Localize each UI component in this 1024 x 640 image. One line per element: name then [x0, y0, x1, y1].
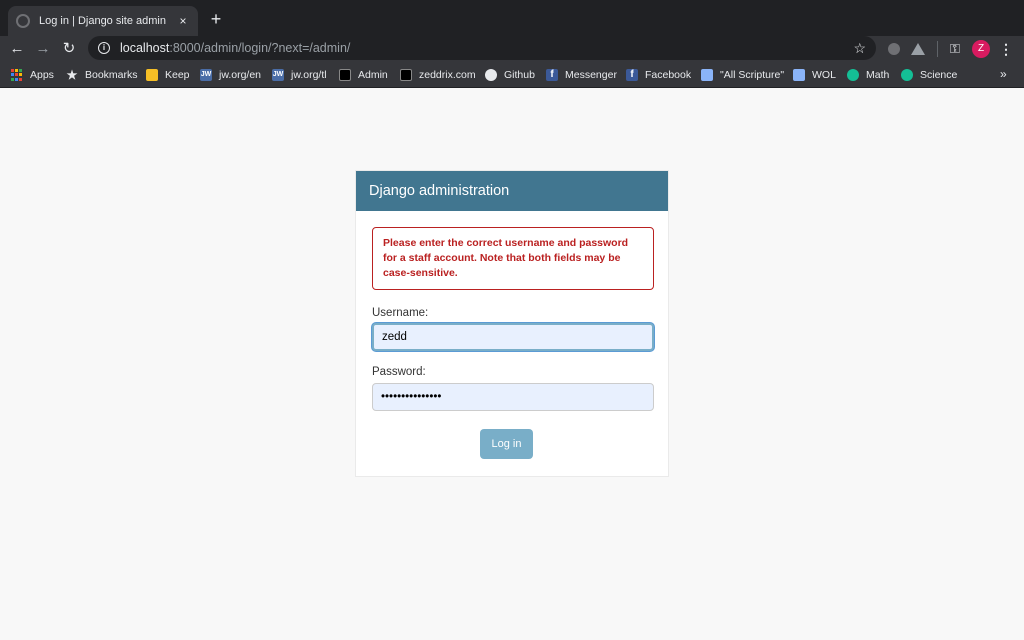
browser-toolbar: ← → ↻ i localhost:8000/admin/login/?next…	[0, 36, 1024, 62]
forward-button[interactable]: →	[32, 38, 54, 60]
reload-button[interactable]: ↻	[58, 38, 80, 60]
back-button[interactable]: ←	[6, 38, 28, 60]
password-label: Password:	[372, 366, 426, 378]
jw-icon: JW	[200, 69, 212, 81]
close-tab-icon[interactable]: ×	[176, 14, 190, 28]
extension-icon[interactable]	[888, 43, 900, 55]
admin-icon	[339, 69, 351, 81]
book-icon	[701, 69, 713, 81]
facebook-icon: f	[626, 69, 638, 81]
bookmark-apps[interactable]: Apps	[11, 67, 54, 83]
bookmark-science[interactable]: Science	[901, 67, 957, 83]
tab-django-admin[interactable]: Log in | Django site admin ×	[8, 6, 198, 36]
profile-avatar[interactable]: Z	[972, 40, 990, 58]
username-label: Username:	[372, 307, 429, 319]
bookmark-bookmarks[interactable]: ★ Bookmarks	[66, 67, 138, 83]
jw-icon: JW	[272, 69, 284, 81]
bookmark-jw-en[interactable]: JW jw.org/en	[200, 67, 261, 83]
toolbar-divider	[937, 41, 938, 57]
khan-icon	[901, 69, 913, 81]
book-icon	[793, 69, 805, 81]
more-bookmarks-icon[interactable]: »	[1000, 67, 1007, 81]
address-bar[interactable]: i localhost:8000/admin/login/?next=/admi…	[88, 36, 876, 60]
tab-title: Log in | Django site admin	[39, 15, 166, 27]
zeddrix-icon	[400, 69, 412, 81]
bookmark-star-icon[interactable]: ☆	[853, 40, 866, 57]
bookmark-facebook[interactable]: f Facebook	[626, 67, 691, 83]
username-input[interactable]	[372, 323, 654, 351]
tab-strip: Log in | Django site admin × +	[0, 0, 1024, 36]
bookmark-all-scripture[interactable]: "All Scripture"	[701, 67, 784, 83]
drive-extension-icon[interactable]	[911, 43, 925, 55]
site-header: Django administration	[356, 171, 668, 211]
bookmark-jw-tl[interactable]: JW jw.org/tl	[272, 67, 327, 83]
login-button[interactable]: Log in	[480, 429, 533, 459]
khan-icon	[847, 69, 859, 81]
bookmark-wol[interactable]: WOL	[793, 67, 836, 83]
login-card: Django administration Please enter the c…	[355, 170, 669, 477]
bookmark-zeddrix[interactable]: zeddrix.com	[400, 67, 476, 83]
bookmark-keep[interactable]: Keep	[146, 67, 190, 83]
facebook-icon: f	[546, 69, 558, 81]
keep-icon	[146, 69, 158, 81]
bookmark-github[interactable]: Github	[485, 67, 535, 83]
info-icon[interactable]: i	[98, 42, 110, 54]
site-title[interactable]: Django administration	[369, 183, 509, 199]
key-icon[interactable]: ⚿	[946, 40, 964, 58]
error-note: Please enter the correct username and pa…	[372, 227, 654, 290]
star-icon: ★	[66, 68, 78, 82]
bookmarks-bar: Apps ★ Bookmarks Keep JW jw.org/en JW jw…	[0, 62, 1024, 88]
password-input[interactable]	[372, 383, 654, 411]
bookmark-math[interactable]: Math	[847, 67, 889, 83]
url-host: localhost	[120, 41, 170, 55]
url-text[interactable]: localhost:8000/admin/login/?next=/admin/	[120, 41, 350, 55]
apps-grid-icon	[11, 69, 23, 81]
bookmark-messenger[interactable]: f Messenger	[546, 67, 617, 83]
bookmark-admin[interactable]: Admin	[339, 67, 388, 83]
globe-icon	[16, 14, 30, 28]
url-path: :8000/admin/login/?next=/admin/	[169, 41, 351, 55]
github-icon	[485, 69, 497, 81]
menu-icon[interactable]: ⋮	[997, 40, 1015, 58]
new-tab-button[interactable]: +	[206, 8, 226, 30]
